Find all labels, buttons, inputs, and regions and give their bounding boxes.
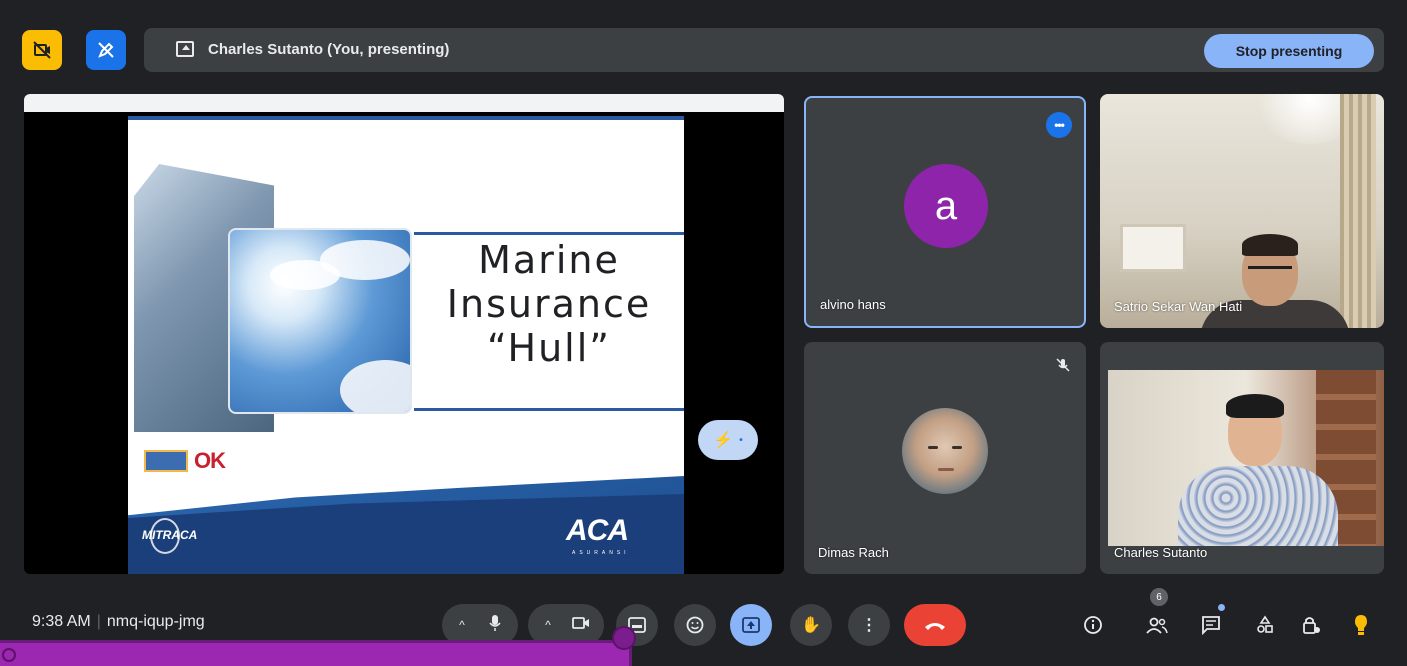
meeting-info: 9:38 AM | nmq-iqup-jmg bbox=[32, 613, 205, 631]
avatar bbox=[902, 408, 988, 494]
mitraca-logo: MITRACA bbox=[142, 528, 198, 542]
slide-top-rule bbox=[128, 116, 684, 120]
participant-video-glasses bbox=[1248, 266, 1292, 274]
meeting-code[interactable]: nmq-iqup-jmg bbox=[107, 613, 205, 630]
participant-video-hair bbox=[1226, 394, 1284, 418]
title-rule-top bbox=[414, 232, 684, 235]
shapes-icon bbox=[1257, 615, 1273, 633]
pen-off-icon bbox=[98, 42, 114, 58]
present-screen-icon bbox=[176, 41, 194, 57]
more-vert-icon: ⋮ bbox=[861, 617, 877, 634]
people-button[interactable] bbox=[1144, 612, 1170, 638]
lightbulb-icon bbox=[1355, 615, 1367, 635]
shared-screen-toolbar bbox=[24, 94, 784, 112]
chat-icon bbox=[1202, 616, 1220, 635]
info-icon bbox=[1084, 616, 1102, 634]
participant-video-person bbox=[1178, 466, 1338, 546]
video-off-icon bbox=[33, 41, 51, 59]
raise-hand-button[interactable]: ✋ bbox=[790, 604, 832, 646]
participant-name: alvino hans bbox=[820, 297, 886, 312]
presentation-slide: Marine Insurance “Hull” OK MITRACA ACA A… bbox=[128, 116, 684, 574]
people-count-badge: 6 bbox=[1150, 588, 1168, 606]
overlay-handle-left[interactable] bbox=[2, 648, 16, 662]
camera-options-chevron-icon[interactable]: ^ bbox=[533, 618, 563, 632]
mic-options-chevron-icon[interactable]: ^ bbox=[447, 618, 477, 632]
participant-name: Charles Sutanto bbox=[1114, 545, 1208, 560]
end-call-icon bbox=[925, 623, 945, 630]
participant-tile[interactable]: Dimas Rach bbox=[804, 342, 1086, 574]
aca-logo-sub: ASURANSI bbox=[572, 550, 630, 556]
participant-tile[interactable]: Charles Sutanto bbox=[1100, 342, 1384, 574]
microphone-icon[interactable] bbox=[477, 614, 513, 637]
companion-tips-button[interactable] bbox=[1348, 612, 1374, 638]
participant-name: Satrio Sekar Wan Hati bbox=[1114, 299, 1243, 314]
participant-video-hair bbox=[1242, 234, 1298, 256]
slide-title-line-1: Marine bbox=[478, 238, 620, 282]
reactions-sparkle-button[interactable]: ⚡ • bbox=[698, 420, 758, 460]
video-background-curtain bbox=[1340, 94, 1376, 328]
sparkle-icon: ⚡ bbox=[713, 432, 734, 449]
participant-tile[interactable]: Satrio Sekar Wan Hati bbox=[1100, 94, 1384, 328]
chat-unread-dot bbox=[1218, 604, 1225, 611]
mic-off-icon bbox=[1056, 358, 1070, 375]
stop-presenting-button[interactable]: Stop presenting bbox=[1204, 34, 1374, 68]
activities-button[interactable] bbox=[1252, 612, 1278, 638]
aca-logo: ACA bbox=[566, 514, 629, 547]
annotate-button[interactable] bbox=[86, 30, 126, 70]
camera-off-indicator-button[interactable] bbox=[22, 30, 62, 70]
sky-image bbox=[228, 228, 412, 414]
slide-title-line-2: Insurance bbox=[446, 282, 652, 326]
present-screen-button[interactable] bbox=[730, 604, 772, 646]
video-background-frame bbox=[1120, 224, 1186, 272]
meeting-details-button[interactable] bbox=[1080, 612, 1106, 638]
partner-logo bbox=[144, 450, 188, 472]
host-controls-button[interactable] bbox=[1298, 612, 1324, 638]
ojk-logo: OK bbox=[194, 448, 264, 476]
ojk-logo-text: OK bbox=[194, 448, 226, 473]
participant-name: Dimas Rach bbox=[818, 545, 889, 560]
emoji-button[interactable] bbox=[674, 604, 716, 646]
chat-button[interactable] bbox=[1198, 612, 1224, 638]
lock-person-icon bbox=[1303, 617, 1320, 634]
participant-tile[interactable]: ••• a alvino hans bbox=[804, 96, 1086, 328]
emoji-icon bbox=[686, 616, 704, 634]
meet-window: Charles Sutanto (You, presenting) Stop p… bbox=[8, 0, 1407, 666]
more-dot-icon: • bbox=[739, 434, 743, 446]
presenting-banner: Charles Sutanto (You, presenting) Stop p… bbox=[144, 28, 1384, 72]
avatar: a bbox=[904, 164, 988, 248]
slide-title: Marine Insurance “Hull” bbox=[424, 238, 674, 370]
camera-icon[interactable] bbox=[563, 616, 599, 635]
shared-screen: Marine Insurance “Hull” OK MITRACA ACA A… bbox=[24, 94, 784, 574]
purple-overlay-bar bbox=[0, 640, 632, 666]
participant-video bbox=[1108, 370, 1384, 546]
top-bar: Charles Sutanto (You, presenting) Stop p… bbox=[8, 22, 1407, 78]
meeting-time: 9:38 AM bbox=[32, 613, 91, 630]
presenting-label: Charles Sutanto (You, presenting) bbox=[208, 41, 450, 58]
people-icon bbox=[1146, 617, 1168, 634]
slide-title-line-3: “Hull” bbox=[487, 326, 611, 370]
more-options-button[interactable]: ⋮ bbox=[848, 604, 890, 646]
present-screen-icon bbox=[742, 617, 760, 633]
leave-call-button[interactable] bbox=[904, 604, 966, 646]
title-rule-bottom bbox=[414, 408, 684, 411]
meeting-info-divider: | bbox=[96, 613, 101, 630]
hand-icon: ✋ bbox=[801, 617, 821, 634]
overlay-handle-right[interactable] bbox=[612, 626, 636, 650]
more-options-icon[interactable]: ••• bbox=[1046, 112, 1072, 138]
